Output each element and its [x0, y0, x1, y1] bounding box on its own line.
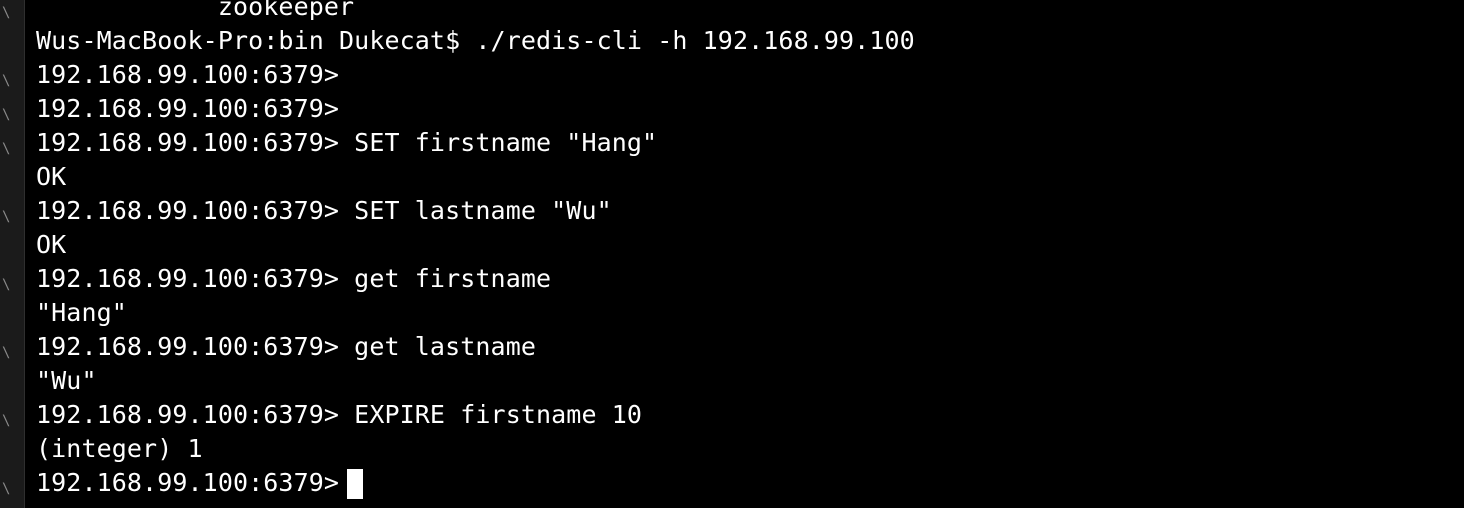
output-line: zookeeper [36, 0, 355, 21]
gutter-mark: \ [2, 481, 11, 497]
terminal-window[interactable]: \ \ \ \ \ \ \ \ \ zookeeper Wus-MacBook-… [0, 0, 1464, 508]
output-line: "Wu" [36, 366, 97, 395]
active-prompt: 192.168.99.100:6379> [36, 468, 340, 497]
command-line: Wus-MacBook-Pro:bin Dukecat$ ./redis-cli… [36, 26, 915, 55]
command-line: 192.168.99.100:6379> EXPIRE firstname 10 [36, 400, 643, 429]
command-line: 192.168.99.100:6379> SET lastname "Wu" [36, 196, 612, 225]
gutter-mark: \ [2, 73, 11, 89]
gutter-mark: \ [2, 107, 11, 123]
gutter-mark: \ [2, 5, 11, 21]
output-line: "Hang" [36, 298, 127, 327]
gutter-mark: \ [2, 209, 11, 225]
active-prompt-line[interactable]: 192.168.99.100:6379> [36, 466, 1464, 500]
terminal-output: zookeeper Wus-MacBook-Pro:bin Dukecat$ .… [36, 0, 1464, 500]
output-line: OK [36, 162, 67, 191]
prompt-line: 192.168.99.100:6379> [36, 94, 340, 123]
output-line: OK [36, 230, 67, 259]
command-line: 192.168.99.100:6379> get firstname [36, 264, 552, 293]
gutter-mark: \ [2, 413, 11, 429]
gutter-mark: \ [2, 277, 11, 293]
text-cursor [347, 469, 364, 499]
gutter-mark: \ [2, 345, 11, 361]
prompt-line: 192.168.99.100:6379> [36, 60, 340, 89]
command-line: 192.168.99.100:6379> SET firstname "Hang… [36, 128, 658, 157]
output-line: (integer) 1 [36, 434, 203, 463]
terminal-gutter: \ \ \ \ \ \ \ \ \ [0, 0, 25, 508]
gutter-mark: \ [2, 141, 11, 157]
command-line: 192.168.99.100:6379> get lastname [36, 332, 536, 361]
